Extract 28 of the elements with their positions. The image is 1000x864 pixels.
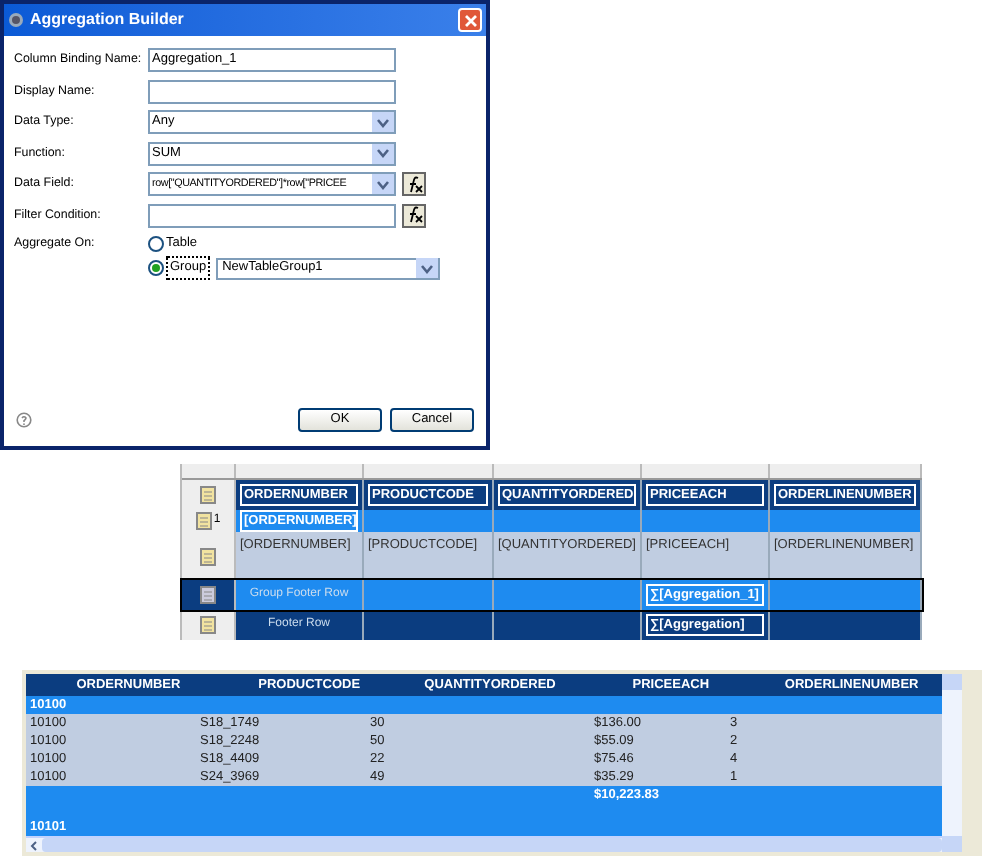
row-handle-icon[interactable] — [200, 616, 216, 634]
radio-button[interactable] — [148, 236, 164, 252]
close-button[interactable] — [458, 8, 482, 32]
row-handle-icon[interactable] — [200, 586, 216, 604]
dropdown-arrow-icon[interactable] — [416, 258, 439, 278]
input-field[interactable] — [148, 79, 396, 103]
expression-builder-button[interactable] — [402, 203, 426, 227]
app-icon — [8, 12, 24, 28]
column-selector-cell[interactable] — [770, 464, 922, 478]
dropdown-arrow-icon[interactable] — [372, 174, 394, 194]
dropdown-arrow-icon[interactable] — [372, 112, 394, 132]
column-selector-cell[interactable] — [494, 464, 642, 478]
input-field[interactable] — [148, 203, 396, 227]
row-handle-icon[interactable] — [195, 512, 212, 530]
scroll-left-icon[interactable] — [30, 839, 38, 851]
column-selector-cell[interactable] — [642, 464, 770, 478]
row-handle-icon[interactable] — [200, 486, 216, 504]
close-icon — [463, 13, 477, 27]
row-handle-icon[interactable] — [200, 547, 216, 565]
radio-button[interactable] — [148, 260, 164, 276]
help-icon[interactable] — [16, 412, 32, 428]
expression-builder-button[interactable] — [402, 172, 426, 196]
function-icon — [405, 175, 423, 193]
window-title: Aggregation Builder — [30, 8, 184, 32]
column-selector-cell[interactable] — [364, 464, 494, 478]
dropdown-arrow-icon[interactable] — [372, 143, 394, 163]
function-icon — [405, 206, 423, 224]
column-selector-cell[interactable] — [236, 464, 364, 478]
